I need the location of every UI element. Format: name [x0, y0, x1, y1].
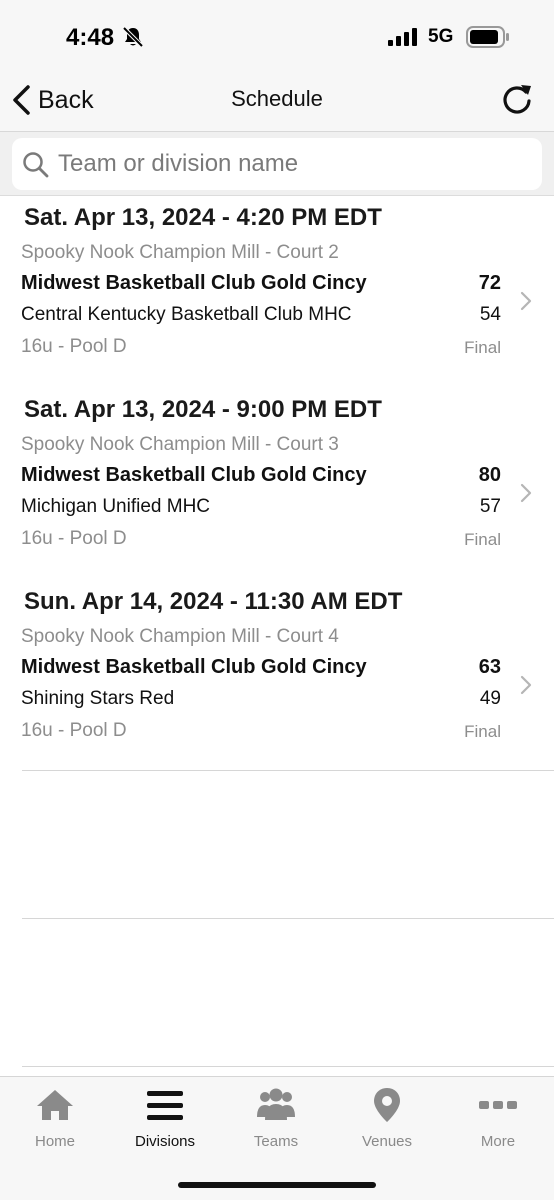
division-label: 16u - Pool D	[21, 336, 127, 357]
game-item: Sat. Apr 13, 2024 - 4:20 PM EDT Spooky N…	[0, 196, 554, 388]
game-row[interactable]: Spooky Nook Champion Mill - Court 4 Midw…	[0, 626, 554, 772]
network-label: 5G	[428, 26, 454, 47]
division-label: 16u - Pool D	[21, 528, 127, 549]
home-team-score: 72	[478, 272, 501, 294]
list-divider	[22, 1066, 554, 1067]
game-list: Sat. Apr 13, 2024 - 4:20 PM EDT Spooky N…	[0, 196, 554, 772]
chevron-right-icon	[520, 483, 532, 503]
home-team-score: 80	[478, 464, 501, 486]
division-label: 16u - Pool D	[21, 720, 127, 741]
game-row[interactable]: Spooky Nook Champion Mill - Court 3 Midw…	[0, 434, 554, 580]
venue-label: Spooky Nook Champion Mill - Court 3	[21, 434, 339, 455]
home-team-score: 63	[478, 656, 501, 678]
search-input[interactable]	[58, 146, 528, 182]
search-box	[12, 138, 542, 190]
status-bar: 4:48 5G	[0, 0, 554, 70]
tab-label: Divisions	[134, 1133, 195, 1150]
tab-home[interactable]: Home	[0, 1087, 110, 1157]
tab-label: More	[480, 1133, 516, 1150]
search-icon	[23, 152, 49, 178]
venue-label: Spooky Nook Champion Mill - Court 4	[21, 626, 339, 647]
game-status: Final	[464, 722, 501, 741]
signal-icon	[388, 28, 417, 46]
tab-label: Teams	[253, 1133, 299, 1150]
game-item: Sat. Apr 13, 2024 - 9:00 PM EDT Spooky N…	[0, 388, 554, 580]
page-title: Schedule	[231, 86, 323, 111]
home-indicator	[178, 1182, 376, 1188]
away-team-score: 54	[479, 304, 501, 325]
home-team-name: Midwest Basketball Club Gold Cincy	[21, 464, 367, 486]
search-bar	[0, 132, 554, 196]
chevron-right-icon	[520, 291, 532, 311]
location-pin-icon	[374, 1088, 400, 1122]
game-status: Final	[464, 530, 501, 549]
people-icon	[257, 1088, 295, 1120]
list-divider	[22, 918, 554, 919]
game-date-header: Sat. Apr 13, 2024 - 9:00 PM EDT	[24, 396, 382, 423]
tab-divisions[interactable]: Divisions	[110, 1087, 220, 1157]
game-item: Sun. Apr 14, 2024 - 11:30 AM EDT Spooky …	[0, 580, 554, 772]
away-team-score: 49	[479, 688, 501, 709]
tab-label: Venues	[361, 1133, 413, 1150]
tab-label: Home	[34, 1133, 75, 1150]
away-team-name: Central Kentucky Basketball Club MHC	[21, 304, 352, 325]
menu-icon	[147, 1091, 183, 1120]
game-date-header: Sun. Apr 14, 2024 - 11:30 AM EDT	[24, 588, 403, 615]
home-icon	[37, 1090, 73, 1120]
bell-slash-icon	[122, 26, 144, 48]
tab-teams[interactable]: Teams	[221, 1087, 331, 1157]
chevron-right-icon	[520, 675, 532, 695]
navigation-bar: Back Schedule	[0, 70, 554, 132]
home-team-name: Midwest Basketball Club Gold Cincy	[21, 656, 367, 678]
battery-icon	[466, 26, 509, 48]
home-team-name: Midwest Basketball Club Gold Cincy	[21, 272, 367, 294]
game-row[interactable]: Spooky Nook Champion Mill - Court 2 Midw…	[0, 242, 554, 388]
status-time: 4:48	[66, 24, 115, 51]
venue-label: Spooky Nook Champion Mill - Court 2	[21, 242, 339, 263]
game-date-header: Sat. Apr 13, 2024 - 4:20 PM EDT	[24, 204, 382, 231]
away-team-name: Shining Stars Red	[21, 688, 175, 709]
tab-more[interactable]: More	[443, 1087, 553, 1157]
more-dots-icon	[479, 1101, 517, 1109]
refresh-icon[interactable]	[500, 82, 534, 116]
away-team-score: 57	[479, 496, 501, 517]
list-divider	[22, 770, 554, 771]
game-status: Final	[464, 338, 501, 357]
tab-venues[interactable]: Venues	[332, 1087, 442, 1157]
away-team-name: Michigan Unified MHC	[21, 496, 211, 517]
